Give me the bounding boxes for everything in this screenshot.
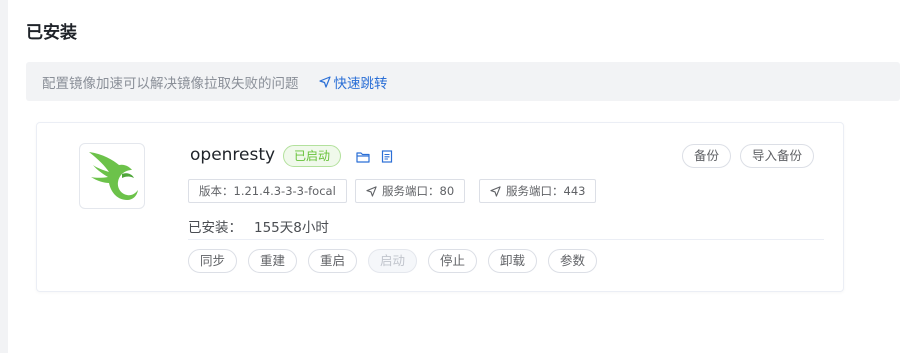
installed-duration: 155天8小时 (254, 220, 329, 236)
rebuild-button[interactable]: 重建 (248, 249, 298, 273)
installed-info: 已安装： 155天8小时 (188, 216, 329, 236)
app-card: openresty 已启动 备份 导入备份 版本：1.21.4.3-3-3-fo… (36, 122, 844, 292)
uninstall-button[interactable]: 卸载 (488, 249, 538, 273)
port-tag-80[interactable]: 服务端口：80 (355, 179, 466, 203)
status-badge: 已启动 (283, 145, 342, 167)
version-tag: 版本：1.21.4.3-3-3-focal (188, 179, 347, 203)
app-name: openresty (190, 145, 276, 165)
import-backup-button[interactable]: 导入备份 (740, 144, 815, 168)
document-icon[interactable] (381, 148, 393, 167)
installed-label: 已安装： (188, 220, 242, 236)
start-button: 启动 (368, 249, 418, 273)
folder-icon[interactable] (356, 148, 370, 167)
page-title: 已安装 (26, 23, 77, 43)
navigation-arrow-icon (490, 185, 501, 197)
version-tag-label: 版本：1.21.4.3-3-3-focal (199, 184, 336, 198)
notice-text: 配置镜像加速可以解决镜像拉取失败的问题 (42, 75, 299, 92)
backup-button[interactable]: 备份 (682, 144, 732, 168)
restart-button[interactable]: 重启 (308, 249, 358, 273)
port-label: 服务端口：443 (506, 184, 586, 198)
navigation-arrow-icon (366, 185, 377, 197)
divider (188, 239, 824, 240)
app-logo (79, 143, 145, 209)
navigation-arrow-icon (318, 75, 331, 88)
stop-button[interactable]: 停止 (428, 249, 478, 273)
mirror-notice-bar: 配置镜像加速可以解决镜像拉取失败的问题 快速跳转 (26, 62, 900, 101)
openresty-logo (89, 152, 138, 200)
port-label: 服务端口：80 (382, 184, 455, 198)
sync-button[interactable]: 同步 (188, 249, 238, 273)
quick-jump-link[interactable]: 快速跳转 (318, 72, 388, 92)
port-tag-443[interactable]: 服务端口：443 (479, 179, 597, 203)
sidebar-edge (0, 0, 8, 353)
quick-jump-label: 快速跳转 (333, 75, 388, 92)
params-button[interactable]: 参数 (548, 249, 598, 273)
